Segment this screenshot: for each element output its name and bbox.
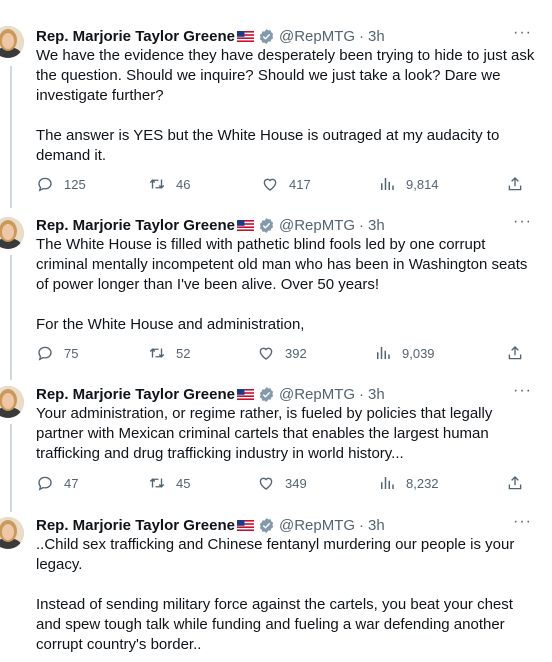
tweet-header: Rep. Marjorie Taylor Greene @RepMTG · 3h (36, 384, 385, 404)
reply-button[interactable]: 47 (36, 474, 78, 492)
like-icon (259, 347, 273, 360)
views-button[interactable]: 8,232 (378, 474, 439, 492)
timestamp[interactable]: 3h (368, 217, 385, 234)
tweet-header: Rep. Marjorie Taylor Greene @RepMTG · 3h (36, 515, 385, 535)
tweet-text: ..Child sex trafficking and Chinese fent… (36, 535, 536, 655)
verified-badge-icon[interactable] (258, 386, 275, 403)
author-name[interactable]: Rep. Marjorie Taylor Greene (36, 386, 235, 403)
like-button[interactable]: 392 (257, 344, 307, 362)
tweet-text: Your administration, or regime rather, i… (36, 404, 536, 464)
share-button[interactable] (506, 344, 524, 362)
like-icon (259, 477, 273, 490)
tweet-paragraph: The White House is filled with pathetic … (36, 236, 528, 293)
avatar[interactable] (0, 26, 24, 58)
author-handle[interactable]: @RepMTG (279, 517, 355, 534)
us-flag-icon (236, 388, 254, 400)
verified-badge-icon[interactable] (258, 517, 275, 534)
view-count: 9,039 (402, 345, 435, 361)
tweet-paragraph: ..Child sex trafficking and Chinese fent… (36, 536, 515, 573)
reply-count: 125 (64, 176, 86, 192)
retweet-button[interactable]: 52 (148, 344, 190, 362)
reply-button[interactable]: 125 (36, 175, 86, 193)
author-name[interactable]: Rep. Marjorie Taylor Greene (36, 217, 235, 234)
share-icon (508, 177, 522, 191)
like-icon (263, 178, 277, 191)
view-count: 8,232 (406, 475, 439, 491)
reply-count: 75 (64, 345, 79, 361)
separator: · (359, 216, 365, 234)
retweet-icon (149, 179, 165, 189)
timestamp[interactable]: 3h (368, 517, 385, 534)
reply-icon (38, 476, 52, 491)
reply-count: 47 (64, 475, 79, 491)
reply-button[interactable]: 75 (36, 344, 78, 362)
avatar[interactable] (0, 386, 24, 418)
avatar[interactable] (0, 217, 24, 249)
tweet[interactable]: Rep. Marjorie Taylor Greene @RepMTG · 3h… (0, 25, 552, 201)
like-count: 392 (285, 345, 307, 361)
retweet-count: 52 (176, 345, 191, 361)
like-count: 417 (289, 176, 311, 192)
retweet-button[interactable]: 46 (148, 175, 190, 193)
tweet-header: Rep. Marjorie Taylor Greene @RepMTG · 3h (36, 215, 385, 235)
us-flag-icon (236, 30, 254, 42)
views-icon (381, 178, 394, 190)
tweet-paragraph: Your administration, or regime rather, i… (36, 405, 493, 462)
author-name[interactable]: Rep. Marjorie Taylor Greene (36, 517, 235, 534)
retweet-count: 45 (176, 475, 191, 491)
views-button[interactable]: 9,039 (374, 344, 435, 362)
like-button[interactable]: 349 (257, 474, 307, 492)
action-bar: 47 45 349 8,232 (36, 474, 526, 494)
author-handle[interactable]: @RepMTG (279, 217, 355, 234)
author-name[interactable]: Rep. Marjorie Taylor Greene (36, 28, 235, 45)
action-bar: 125 46 417 9,814 (36, 175, 526, 195)
like-count: 349 (285, 475, 307, 491)
verified-badge-icon[interactable] (258, 217, 275, 234)
more-icon[interactable]: ··· (513, 214, 532, 230)
us-flag-icon (236, 519, 254, 531)
tweet[interactable]: Rep. Marjorie Taylor Greene @RepMTG · 3h… (0, 214, 552, 373)
timestamp[interactable]: 3h (368, 28, 385, 45)
share-icon (508, 346, 522, 360)
tweet-paragraph: The answer is YES but the White House is… (36, 127, 500, 164)
views-icon (377, 347, 390, 359)
tweet-paragraph: Instead of sending military force agains… (36, 596, 513, 653)
tweet-header: Rep. Marjorie Taylor Greene @RepMTG · 3h (36, 26, 385, 46)
retweet-button[interactable]: 45 (148, 474, 190, 492)
us-flag-icon (236, 219, 254, 231)
action-bar: 75 52 392 9,039 (36, 344, 526, 364)
tweet-text: We have the evidence they have desperate… (36, 46, 536, 166)
author-handle[interactable]: @RepMTG (279, 386, 355, 403)
reply-icon (38, 346, 52, 361)
view-count: 9,814 (406, 176, 439, 192)
retweet-icon (149, 348, 165, 358)
more-icon[interactable]: ··· (513, 383, 532, 399)
avatar[interactable] (0, 517, 24, 549)
timestamp[interactable]: 3h (368, 386, 385, 403)
more-icon[interactable]: ··· (513, 514, 532, 530)
separator: · (359, 385, 365, 403)
author-handle[interactable]: @RepMTG (279, 28, 355, 45)
tweet[interactable]: Rep. Marjorie Taylor Greene @RepMTG · 3h… (0, 383, 552, 499)
verified-badge-icon[interactable] (258, 28, 275, 45)
separator: · (359, 516, 365, 534)
tweet-paragraph: For the White House and administration, (36, 316, 305, 333)
separator: · (359, 27, 365, 45)
share-button[interactable] (506, 175, 524, 193)
tweet[interactable]: Rep. Marjorie Taylor Greene @RepMTG · 3h… (0, 514, 552, 662)
views-button[interactable]: 9,814 (378, 175, 439, 193)
retweet-icon (149, 478, 165, 488)
more-icon[interactable]: ··· (513, 25, 532, 41)
like-button[interactable]: 417 (261, 175, 311, 193)
retweet-count: 46 (176, 176, 191, 192)
reply-icon (38, 177, 52, 192)
tweet-text: The White House is filled with pathetic … (36, 235, 536, 335)
share-icon (508, 476, 522, 490)
share-button[interactable] (506, 474, 524, 492)
views-icon (381, 477, 394, 489)
tweet-paragraph: We have the evidence they have desperate… (36, 47, 535, 104)
